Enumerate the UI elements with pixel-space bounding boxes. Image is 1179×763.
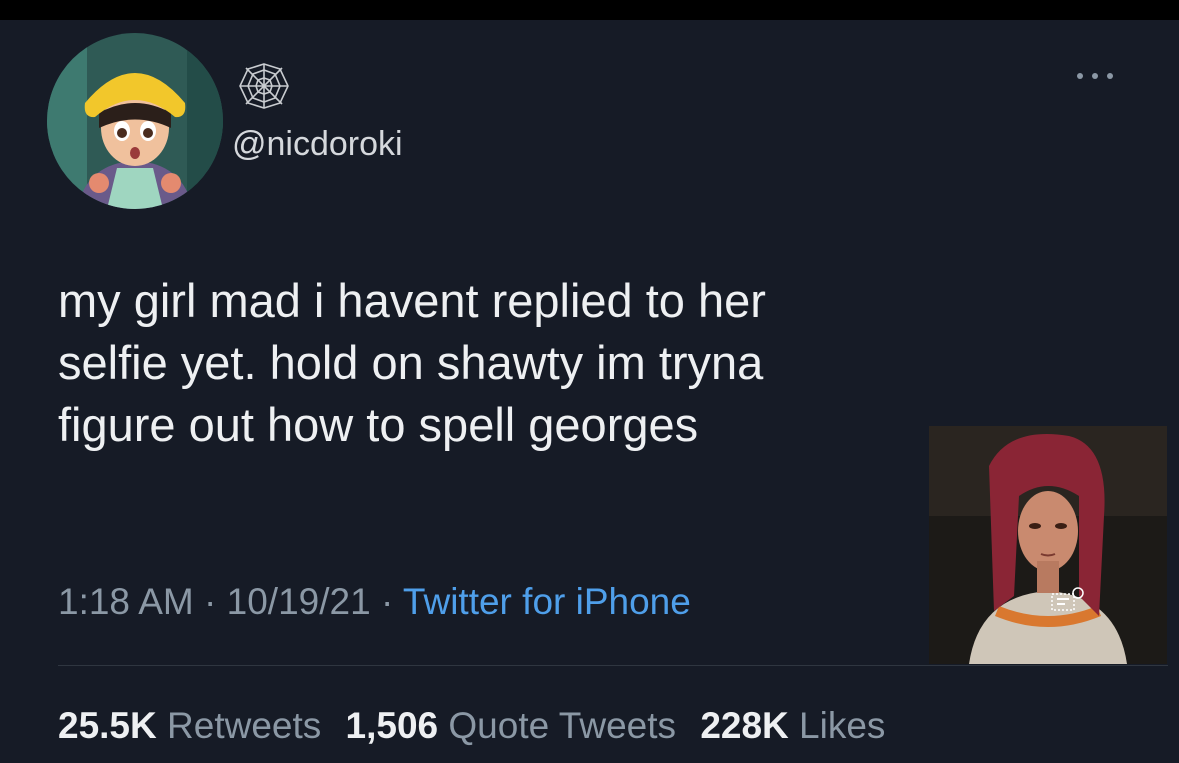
quote-tweets-label: Quote Tweets [448, 705, 677, 746]
tweet-stats: 25.5K Retweets 1,506 Quote Tweets 228K L… [58, 702, 899, 750]
retweets-label: Retweets [167, 705, 322, 746]
tweet-meta: 1:18 AM · 10/19/21 · Twitter for iPhone [58, 578, 691, 626]
likes-label: Likes [799, 705, 886, 746]
tweet-text-line: figure out how to spell georges [58, 398, 699, 451]
tweet-text: my girl mad i havent replied to her self… [58, 270, 958, 456]
tweet-text-line: my girl mad i havent replied to her [58, 274, 766, 327]
likes-stat[interactable]: 228K Likes [700, 705, 885, 746]
divider [58, 665, 1168, 666]
likes-count: 228K [700, 705, 789, 746]
tweet-source-link[interactable]: Twitter for iPhone [403, 581, 691, 622]
profile-avatar[interactable] [47, 33, 223, 209]
retweets-stat[interactable]: 25.5K Retweets [58, 705, 321, 746]
quote-tweets-stat[interactable]: 1,506 Quote Tweets [346, 705, 677, 746]
retweets-count: 25.5K [58, 705, 157, 746]
tweet-time[interactable]: 1:18 AM [58, 581, 194, 622]
tweet-date[interactable]: 10/19/21 [227, 581, 371, 622]
meta-separator: · [204, 581, 217, 622]
spider-web-icon [239, 63, 289, 109]
status-bar [0, 0, 1179, 20]
meta-separator: · [380, 581, 394, 622]
tweet-media-thumbnail[interactable] [929, 426, 1167, 664]
media-image [929, 426, 1167, 664]
avatar-image [47, 33, 223, 209]
more-options-icon[interactable] [1072, 66, 1118, 86]
gif-badge-icon [1051, 587, 1084, 611]
author-handle[interactable]: @nicdoroki [232, 124, 403, 164]
quote-tweets-count: 1,506 [345, 705, 439, 746]
tweet-text-line: selfie yet. hold on shawty im tryna [58, 336, 764, 389]
